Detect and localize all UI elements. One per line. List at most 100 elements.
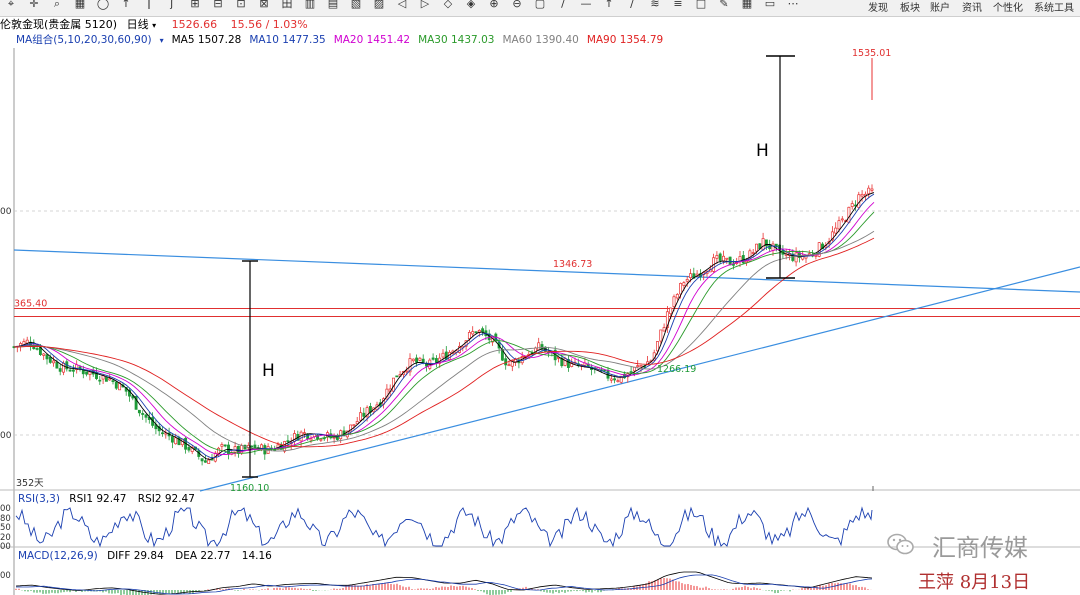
candle-body <box>669 307 673 315</box>
candle-body <box>867 187 871 195</box>
candle-body <box>771 243 775 251</box>
candle-body <box>42 353 46 356</box>
candle-body <box>639 365 643 368</box>
candle-body <box>751 252 755 254</box>
candle-body <box>98 379 102 382</box>
candle-body <box>431 357 435 360</box>
candle-body <box>309 438 313 441</box>
low-label-2: 1266.19 <box>657 364 696 375</box>
candle-body <box>319 438 323 441</box>
candle-body <box>405 370 409 373</box>
candle-body <box>616 380 620 383</box>
candle-body <box>339 430 343 440</box>
candle-body <box>444 351 448 360</box>
candle-body <box>629 371 633 373</box>
candle-body <box>540 344 544 350</box>
candle-body <box>672 296 676 307</box>
price-chart: 00 00 365.40 H H 1535.01 1346.73 1160.10 1266.19… <box>0 48 1080 595</box>
candle-body <box>233 446 237 453</box>
macd-tick-label: 00 <box>0 571 11 581</box>
candle-body <box>682 282 686 286</box>
candle-body <box>111 380 115 382</box>
candle-body <box>507 364 511 367</box>
candle-body <box>170 436 174 443</box>
candle-body <box>187 447 191 451</box>
candle-body <box>250 445 254 448</box>
candle-body <box>52 360 56 364</box>
candle-body <box>636 365 640 367</box>
h-label-left: H <box>262 361 275 381</box>
macd-dea-value: DEA 22.77 <box>175 550 231 562</box>
candle-body <box>207 459 211 464</box>
candle-body <box>679 283 683 295</box>
candle-body <box>761 238 765 251</box>
rsi-tick-label: 00 <box>0 504 11 514</box>
macd-legend: MACD(12,26,9) DIFF 29.84 DEA 22.77 14.16 <box>18 550 272 562</box>
candle-body <box>35 348 39 350</box>
author-date: 王萍 8月13日 <box>918 572 1031 593</box>
candle-body <box>415 357 419 363</box>
candle-body <box>203 460 207 463</box>
candle-body <box>477 329 481 333</box>
neckline <box>13 249 1080 293</box>
candle-body <box>685 279 689 282</box>
candle-body <box>217 447 221 454</box>
candle-body <box>656 341 659 352</box>
candle-body <box>537 342 541 351</box>
candle-body <box>421 358 425 363</box>
candle-body <box>62 362 65 373</box>
rsi-tick-label: 00 <box>0 542 11 552</box>
candle-body <box>834 227 838 234</box>
macd-value: 14.16 <box>241 550 272 562</box>
watermark-text: 汇商传媒 <box>932 534 1028 562</box>
candle-body <box>418 357 422 361</box>
candle-body <box>609 378 613 381</box>
candle-body <box>144 414 148 418</box>
macd-dea-line <box>16 574 873 595</box>
candle-body <box>474 331 478 334</box>
rsi1-value: RSI1 92.47 <box>69 493 127 505</box>
candle-body <box>755 243 758 252</box>
candle-body <box>85 371 89 375</box>
resistance-label: 365.40 <box>14 299 47 310</box>
candle-body <box>434 358 438 363</box>
candle-body <box>359 412 362 421</box>
candle-body <box>689 273 692 279</box>
candle-body <box>504 358 508 366</box>
candle-body <box>715 255 719 259</box>
candle-body <box>223 444 227 447</box>
candle-body <box>286 440 290 443</box>
candle-body <box>870 188 874 191</box>
candle-body <box>45 354 49 360</box>
candle-body <box>108 378 112 381</box>
rsi-tick-label: 50 <box>0 523 11 533</box>
days-label: 352天 <box>16 478 44 489</box>
candle-body <box>441 352 445 358</box>
candle-body <box>302 432 306 435</box>
macd-diff-value: DIFF 29.84 <box>107 550 164 562</box>
rsi2-value: RSI2 92.47 <box>137 493 195 505</box>
candle-body <box>840 218 844 221</box>
candle-body <box>104 376 108 382</box>
low-label-1: 1160.10 <box>230 483 269 494</box>
candle-body <box>200 458 204 462</box>
candle-body <box>814 255 818 257</box>
rsi-line <box>15 506 873 548</box>
candle-body <box>741 255 745 264</box>
candle-body <box>847 206 851 223</box>
candle-body <box>395 375 399 378</box>
candle-body <box>850 203 854 207</box>
candle-body <box>68 369 72 372</box>
candle-body <box>659 329 663 342</box>
candle-body <box>613 378 617 381</box>
candle-body <box>662 327 666 332</box>
candle-body <box>352 424 356 426</box>
candle-body <box>58 368 62 372</box>
candle-body <box>728 256 732 266</box>
h-label-right: H <box>756 141 769 161</box>
candle-body <box>837 220 841 230</box>
candle-body <box>794 252 798 263</box>
macd-label: MACD(12,26,9) <box>18 550 98 562</box>
candle-body <box>725 257 729 260</box>
candle-body <box>114 381 118 389</box>
